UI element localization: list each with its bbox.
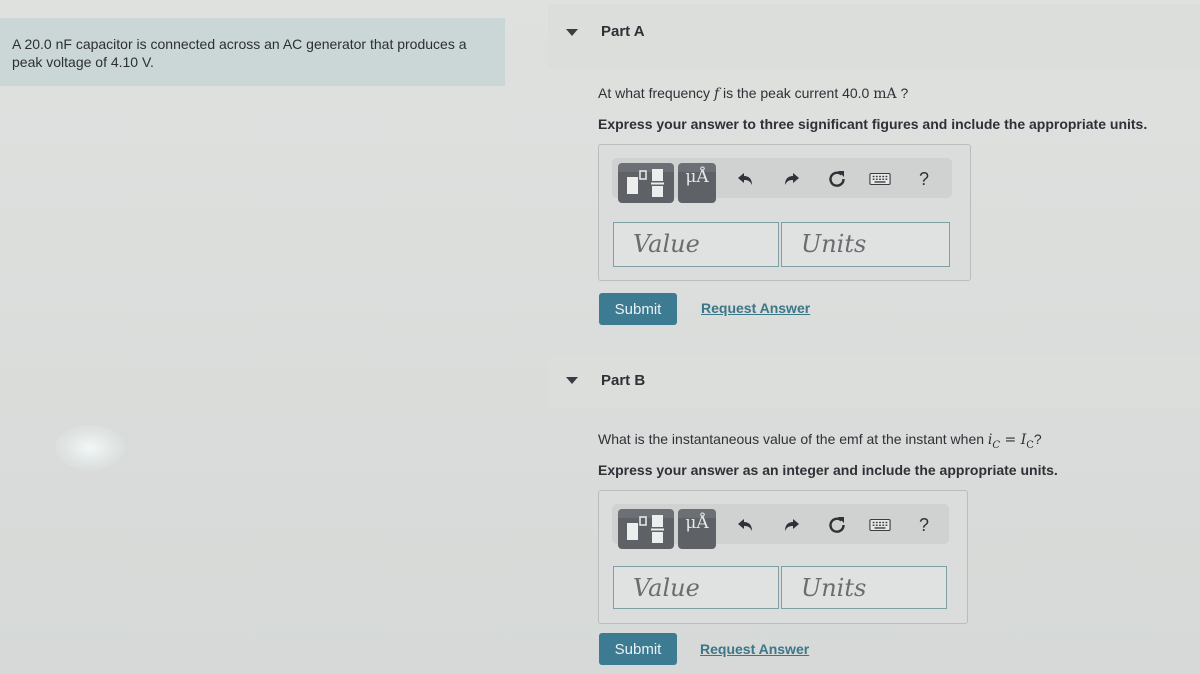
part-b-header[interactable]: Part B bbox=[548, 355, 1200, 407]
templates-icon bbox=[627, 169, 664, 197]
part-b-instruction: Express your answer as an integer and in… bbox=[598, 462, 1058, 478]
templates-button[interactable] bbox=[618, 163, 674, 203]
submit-button[interactable]: Submit bbox=[599, 633, 677, 665]
part-a-title: Part A bbox=[601, 23, 645, 40]
templates-icon bbox=[627, 515, 664, 543]
problem-panel: A 20.0 nF capacitor is connected across … bbox=[0, 0, 540, 674]
keyboard-icon[interactable] bbox=[869, 514, 891, 536]
collapse-caret-icon[interactable] bbox=[566, 377, 578, 384]
part-a-header[interactable]: Part A bbox=[548, 4, 1200, 68]
reset-icon[interactable] bbox=[826, 514, 848, 536]
problem-statement: A 20.0 nF capacitor is connected across … bbox=[0, 18, 505, 86]
units-icon: μÅ bbox=[685, 513, 709, 533]
templates-button[interactable] bbox=[618, 509, 674, 549]
units-button[interactable]: μÅ bbox=[678, 163, 716, 203]
redo-icon[interactable] bbox=[780, 514, 802, 536]
part-a-question: At what frequency f is the peak current … bbox=[598, 85, 909, 102]
units-button[interactable]: μÅ bbox=[678, 509, 716, 549]
request-answer-link[interactable]: Request Answer bbox=[701, 300, 810, 316]
submit-button[interactable]: Submit bbox=[599, 293, 677, 325]
value-input[interactable]: Value bbox=[613, 566, 779, 609]
undo-icon[interactable] bbox=[735, 514, 757, 536]
part-b-math-toolbar: μÅ ? bbox=[612, 504, 949, 549]
page: A 20.0 nF capacitor is connected across … bbox=[0, 0, 1200, 674]
collapse-caret-icon[interactable] bbox=[566, 29, 578, 36]
units-input[interactable]: Units bbox=[781, 222, 950, 267]
keyboard-icon[interactable] bbox=[869, 168, 891, 190]
help-icon[interactable]: ? bbox=[913, 168, 935, 190]
screen-glare bbox=[55, 425, 125, 470]
parts-panel: Part A At what frequency f is the peak c… bbox=[548, 0, 1200, 674]
part-a-instruction: Express your answer to three significant… bbox=[598, 116, 1148, 132]
part-a-math-toolbar: μÅ ? bbox=[612, 158, 952, 203]
part-b-question: What is the instantaneous value of the e… bbox=[598, 431, 1042, 451]
redo-icon[interactable] bbox=[780, 168, 802, 190]
part-b-answer-box: μÅ ? Value Units bbox=[598, 490, 968, 624]
units-input[interactable]: Units bbox=[781, 566, 947, 609]
part-a-answer-box: μÅ ? Value Units bbox=[598, 144, 971, 281]
undo-icon[interactable] bbox=[735, 168, 757, 190]
part-b-title: Part B bbox=[601, 372, 646, 389]
value-input[interactable]: Value bbox=[613, 222, 779, 267]
help-icon[interactable]: ? bbox=[913, 514, 935, 536]
problem-statement-text: A 20.0 nF capacitor is connected across … bbox=[12, 36, 467, 70]
units-icon: μÅ bbox=[685, 167, 709, 187]
request-answer-link[interactable]: Request Answer bbox=[700, 641, 809, 657]
reset-icon[interactable] bbox=[826, 168, 848, 190]
